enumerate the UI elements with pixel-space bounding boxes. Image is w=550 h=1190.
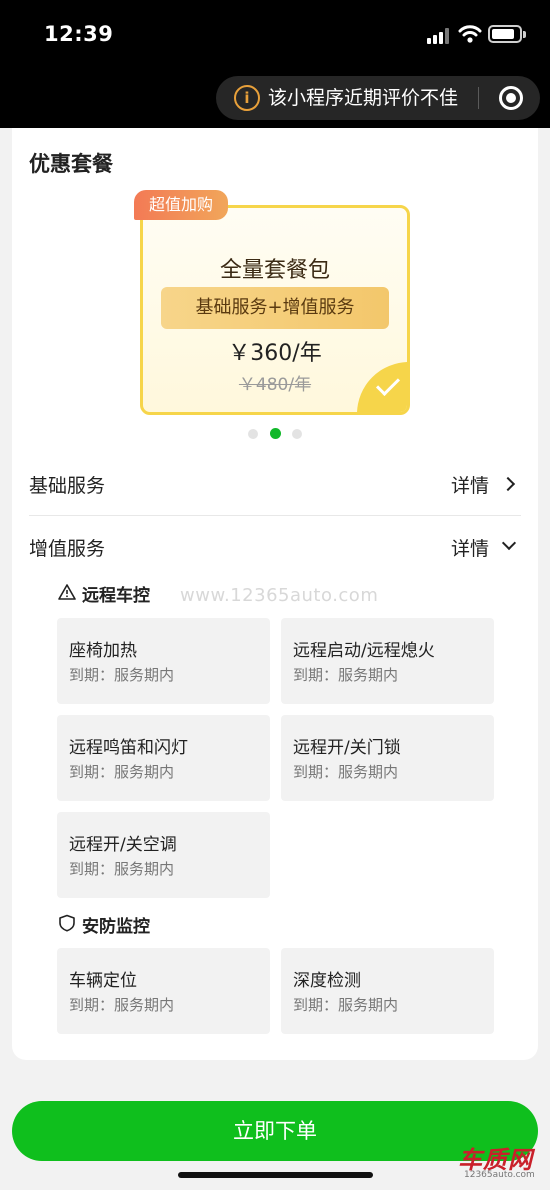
status-time: 12:39 [44,22,114,46]
service-expiry: 到期：服务期内 [293,763,399,781]
rating-notice-text: 该小程序近期评价不佳 [268,87,459,109]
service-tile[interactable]: 深度检测 到期：服务期内 [281,948,494,1034]
basic-service-label: 基础服务 [29,475,106,497]
package-card[interactable]: 全量套餐包 基础服务+增值服务 ￥360/年 ￥480/年 [140,205,410,415]
wifi-icon [458,25,482,43]
security-monitoring-title: 安防监控 [82,917,150,937]
close-miniprogram-icon[interactable] [499,86,523,110]
service-name: 远程启动/远程熄火 [293,641,435,661]
service-expiry: 到期：服务期内 [293,666,399,684]
battery-icon [488,25,526,43]
site-logo: 车质网 12365auto.com [458,1140,548,1186]
service-name: 远程开/关空调 [69,835,177,855]
service-tile[interactable]: 远程开/关空调 到期：服务期内 [57,812,270,898]
chevron-right-icon [500,476,516,492]
service-card: 优惠套餐 全量套餐包 基础服务+增值服务 ￥360/年 ￥480/年 超值加购 … [12,128,538,1060]
section-title: 优惠套餐 [29,152,113,176]
value-added-service-row[interactable]: 增值服务 详情 [29,528,521,568]
info-icon: i [234,85,260,111]
service-expiry: 到期：服务期内 [69,996,175,1014]
cellular-signal-icon [427,28,449,44]
rating-notice-capsule[interactable]: i 该小程序近期评价不佳 [216,76,540,120]
service-name: 远程鸣笛和闪灯 [69,738,188,758]
service-name: 座椅加热 [69,641,137,661]
service-expiry: 到期：服务期内 [69,666,175,684]
service-tile[interactable]: 远程开/关门锁 到期：服务期内 [281,715,494,801]
service-tile[interactable]: 远程启动/远程熄火 到期：服务期内 [281,618,494,704]
value-badge: 超值加购 [134,190,228,220]
service-expiry: 到期：服务期内 [69,763,175,781]
package-price: ￥360/年 [228,341,322,366]
logo-url: 12365auto.com [464,1170,535,1180]
package-includes: 基础服务+增值服务 [161,287,389,329]
chevron-down-icon [501,535,517,551]
home-indicator[interactable] [178,1172,373,1178]
value-added-service-detail-link[interactable]: 详情 [451,534,489,561]
service-expiry: 到期：服务期内 [293,996,399,1014]
capsule-divider [478,87,479,109]
basic-service-row[interactable]: 基础服务 详情 [29,465,521,505]
service-tile[interactable]: 车辆定位 到期：服务期内 [57,948,270,1034]
carousel-dot[interactable] [248,429,258,439]
status-bar: 12:39 i 该小程序近期评价不佳 [0,0,550,128]
shield-icon [59,914,75,932]
warning-triangle-icon [58,584,76,600]
service-name: 车辆定位 [69,971,137,991]
service-tile[interactable]: 座椅加热 到期：服务期内 [57,618,270,704]
service-tile[interactable]: 远程鸣笛和闪灯 到期：服务期内 [57,715,270,801]
package-name: 全量套餐包 [219,258,330,283]
divider [29,515,521,516]
remote-control-title: 远程车控 [82,586,150,606]
service-name: 深度检测 [293,971,361,991]
value-added-service-label: 增值服务 [29,538,106,560]
service-expiry: 到期：服务期内 [69,860,175,878]
carousel-dot-active[interactable] [270,428,281,439]
carousel-dot[interactable] [292,429,302,439]
basic-service-detail-link[interactable]: 详情 [451,471,489,498]
service-name: 远程开/关门锁 [293,738,401,758]
watermark: www.12365auto.com [180,585,379,606]
